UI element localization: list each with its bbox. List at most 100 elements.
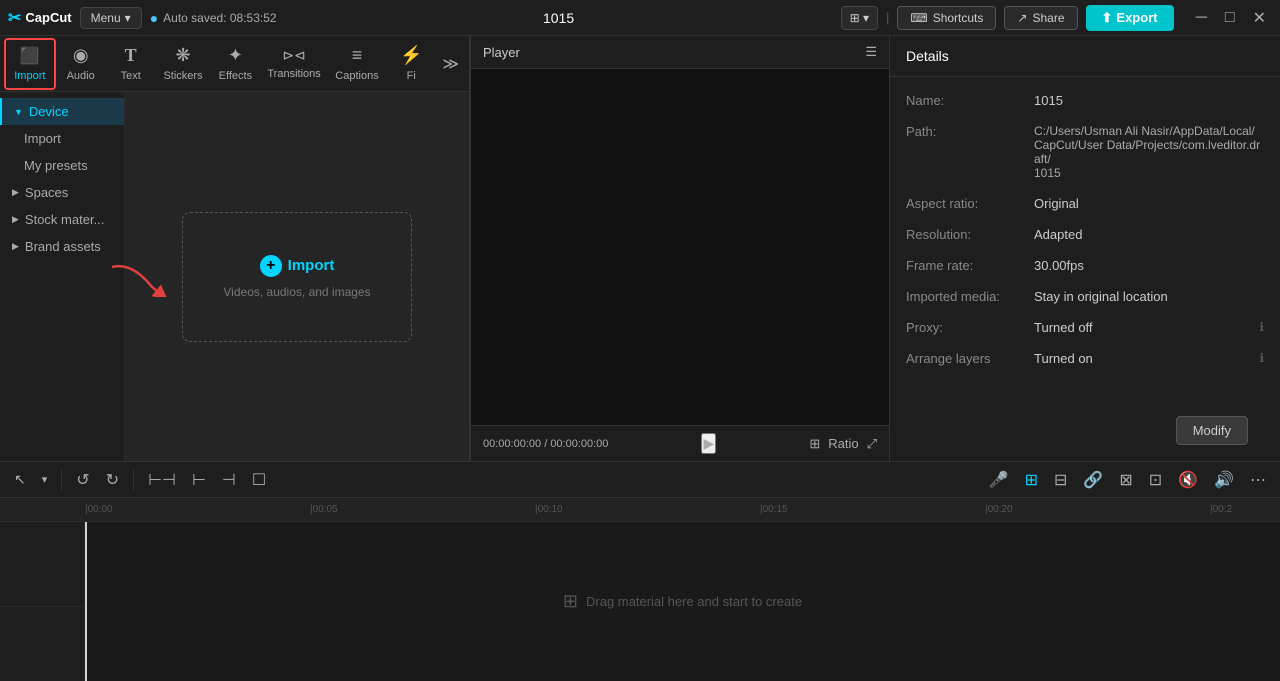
- detail-row-imported-media: Imported media: Stay in original locatio…: [890, 281, 1280, 312]
- modify-button[interactable]: Modify: [1176, 416, 1248, 445]
- menu-button[interactable]: Menu ▾: [80, 7, 142, 29]
- import-drop-zone[interactable]: + Import Videos, audios, and images: [182, 212, 412, 342]
- sidebar-item-import[interactable]: Import: [0, 125, 124, 152]
- close-button[interactable]: ✕: [1247, 6, 1272, 30]
- timeline-vol-button[interactable]: 🔊: [1208, 466, 1240, 494]
- player-time-current: 00:00:00:00: [483, 438, 541, 450]
- maximize-button[interactable]: □: [1219, 6, 1241, 30]
- tab-transitions[interactable]: ⊳⊲ Transitions: [260, 41, 327, 86]
- text-tab-icon: T: [125, 45, 137, 66]
- proxy-info-icon[interactable]: ℹ: [1259, 320, 1264, 334]
- player-time: 00:00:00:00 / 00:00:00:00: [483, 438, 608, 450]
- top-center: 1015: [285, 10, 833, 26]
- export-button[interactable]: ⬆ Export: [1086, 5, 1174, 31]
- timeline-select-dropdown[interactable]: ▾: [36, 469, 54, 490]
- app-logo: ✂ CapCut: [8, 8, 72, 28]
- export-label: Export: [1116, 10, 1157, 25]
- detail-row-path: Path: C:/Users/Usman Ali Nasir/AppData/L…: [890, 116, 1280, 188]
- timeline-select-button[interactable]: ↖: [8, 467, 32, 492]
- device-arrow-icon: ▼: [14, 107, 23, 117]
- detail-value-name: 1015: [1034, 93, 1264, 108]
- tab-effects[interactable]: ✦ Effects: [210, 39, 260, 88]
- effects-tab-icon: ✦: [228, 45, 243, 66]
- detail-label-name: Name:: [906, 93, 1026, 108]
- detail-row-arrange-layers: Arrange layers Turned on ℹ: [890, 343, 1280, 374]
- stickers-tab-icon: ❋: [175, 45, 190, 66]
- import-subtitle: Videos, audios, and images: [223, 285, 370, 299]
- tab-fi[interactable]: ⚡ Fi: [386, 39, 436, 88]
- tab-import[interactable]: ⬛ Import: [4, 38, 56, 90]
- player-right-controls: ⊞ Ratio ⤢: [809, 436, 877, 452]
- tab-more-button[interactable]: ≫: [436, 48, 465, 80]
- import-button-label: Import: [288, 257, 335, 274]
- sidebar-item-spaces[interactable]: ▶ Spaces: [0, 179, 124, 206]
- shortcuts-label: Shortcuts: [933, 11, 984, 25]
- app-name: CapCut: [25, 10, 71, 25]
- timeline-magnet-button[interactable]: ⊟: [1048, 466, 1073, 494]
- tab-captions[interactable]: ≡ Captions: [328, 39, 387, 88]
- player-panel: Player ☰ 00:00:00:00 / 00:00:00:00 ▶ ⊞ R…: [470, 36, 890, 461]
- detail-row-framerate: Frame rate: 30.00fps: [890, 250, 1280, 281]
- spaces-label: Spaces: [25, 185, 68, 200]
- sidebar-item-device[interactable]: ▼ Device: [0, 98, 124, 125]
- main-layout: ⬛ Import ◉ Audio T Text ❋ Stickers ✦ Eff…: [0, 36, 1280, 461]
- panel-content: ▼ Device Import My presets ▶ Spaces ▶ St…: [0, 92, 469, 461]
- shortcuts-button[interactable]: ⌨ Shortcuts: [897, 6, 996, 30]
- detail-value-arrange-layers: Turned on: [1034, 351, 1247, 366]
- player-ratio-button[interactable]: Ratio: [828, 436, 858, 452]
- timeline-trim-left-button[interactable]: ⊢: [186, 466, 212, 494]
- ruler-tick-3: |00:15: [760, 504, 788, 515]
- timeline-mute-button[interactable]: 🔇: [1172, 466, 1204, 494]
- audio-tab-icon: ◉: [73, 45, 89, 66]
- my-presets-label: My presets: [24, 158, 88, 173]
- top-right-controls: ⊞ ▾ | ⌨ Shortcuts ↗ Share ⬆ Export ─ □ ✕: [841, 5, 1272, 31]
- export-icon: ⬆: [1102, 10, 1113, 26]
- player-controls: 00:00:00:00 / 00:00:00:00 ▶ ⊞ Ratio ⤢: [471, 425, 889, 461]
- window-controls: ─ □ ✕: [1190, 6, 1272, 30]
- arrow-indicator-icon: [102, 257, 182, 297]
- view-layout-button[interactable]: ⊞ ▾: [841, 6, 878, 30]
- detail-label-proxy: Proxy:: [906, 320, 1026, 335]
- track-label-main: [0, 522, 84, 607]
- timeline-undo-button[interactable]: ↺: [70, 466, 95, 494]
- logo-icon: ✂: [8, 8, 21, 28]
- left-panel: ⬛ Import ◉ Audio T Text ❋ Stickers ✦ Eff…: [0, 36, 470, 461]
- details-footer: Modify: [890, 400, 1280, 461]
- timeline-more-button[interactable]: ⋯: [1244, 466, 1272, 494]
- timeline-captions-button[interactable]: ⊡: [1143, 466, 1168, 494]
- audio-tab-label: Audio: [67, 70, 95, 82]
- player-fit-button[interactable]: ⊞: [809, 436, 820, 452]
- timeline-trim-right-button[interactable]: ⊣: [216, 466, 242, 494]
- drag-hint-icon: ⊞: [563, 591, 578, 612]
- tab-text[interactable]: T Text: [106, 39, 156, 88]
- timeline-split-button[interactable]: ⊢⊣: [142, 466, 182, 494]
- detail-label-framerate: Frame rate:: [906, 258, 1026, 273]
- ruler-tick-1: |00:05: [310, 504, 338, 515]
- autosave-status: ● Auto saved: 08:53:52: [150, 10, 277, 26]
- tab-audio[interactable]: ◉ Audio: [56, 39, 106, 88]
- timeline-mic-button[interactable]: 🎤: [983, 466, 1015, 494]
- timeline-snap-button[interactable]: ⊞: [1019, 466, 1044, 494]
- import-drop-button[interactable]: + Import: [260, 255, 335, 277]
- transitions-tab-icon: ⊳⊲: [282, 47, 305, 64]
- share-button[interactable]: ↗ Share: [1004, 6, 1077, 30]
- player-play-button[interactable]: ▶: [701, 433, 716, 454]
- stock-label: Stock mater...: [25, 212, 104, 227]
- menu-chevron-icon: ▾: [125, 11, 131, 25]
- timeline-link-button[interactable]: 🔗: [1077, 466, 1109, 494]
- timeline-align-button[interactable]: ⊠: [1113, 466, 1138, 494]
- player-menu-icon[interactable]: ☰: [865, 44, 877, 60]
- timeline-redo-button[interactable]: ↻: [100, 466, 125, 494]
- sidebar-item-stock-material[interactable]: ▶ Stock mater...: [0, 206, 124, 233]
- detail-value-path: C:/Users/Usman Ali Nasir/AppData/Local/C…: [1034, 124, 1264, 180]
- minimize-button[interactable]: ─: [1190, 6, 1213, 30]
- arrange-info-icon[interactable]: ℹ: [1259, 351, 1264, 365]
- timeline-delete-button[interactable]: ☐: [246, 466, 272, 494]
- fi-tab-icon: ⚡: [400, 45, 422, 66]
- sidebar-item-my-presets[interactable]: My presets: [0, 152, 124, 179]
- timeline-toolbar: ↖ ▾ ↺ ↻ ⊢⊣ ⊢ ⊣ ☐ 🎤 ⊞ ⊟ 🔗 ⊠ ⊡ 🔇 🔊 ⋯: [0, 462, 1280, 498]
- shortcuts-icon: ⌨: [910, 11, 927, 25]
- tab-stickers[interactable]: ❋ Stickers: [156, 39, 211, 88]
- player-header: Player ☰: [471, 36, 889, 69]
- player-fullscreen-button[interactable]: ⤢: [867, 436, 877, 452]
